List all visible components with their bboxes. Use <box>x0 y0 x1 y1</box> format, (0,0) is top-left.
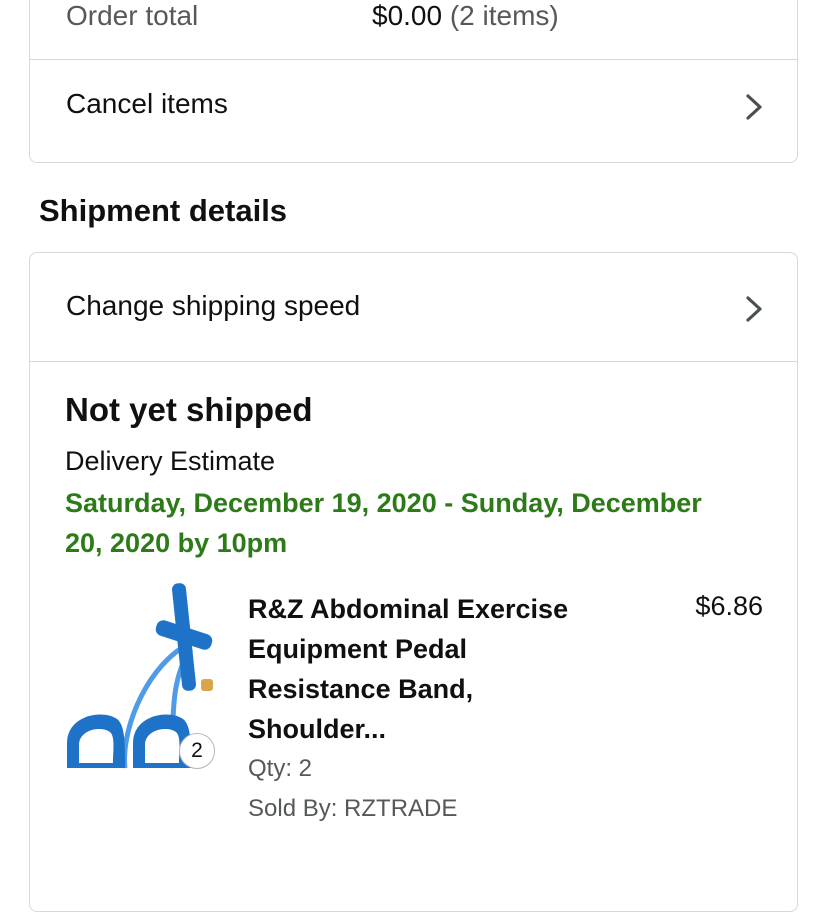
cancel-items-label: Cancel items <box>66 88 228 119</box>
chevron-right-icon <box>746 94 762 120</box>
product-price: $6.86 <box>695 591 763 621</box>
product-seller: Sold By: RZTRADE <box>248 795 458 822</box>
delivery-estimate-dates: Saturday, December 19, 2020 - Sunday, De… <box>65 488 702 558</box>
order-total-label: Order total <box>66 0 199 31</box>
order-total-row: Order total $0.00 (2 items) <box>30 0 797 60</box>
order-item-count: (2 items) <box>449 0 559 31</box>
quantity-badge: 2 <box>179 733 215 769</box>
order-total-value-wrap: $0.00 (2 items) <box>372 0 559 32</box>
change-shipping-speed-label: Change shipping speed <box>66 290 361 321</box>
cancel-items-row[interactable]: Cancel items <box>30 60 797 153</box>
product-quantity: Qty: 2 <box>248 755 313 782</box>
product-title-link[interactable]: R&Z Abdominal Exercise Equipment Pedal R… <box>248 589 608 749</box>
order-total-value: $0.00 <box>372 0 443 31</box>
chevron-right-icon <box>746 296 762 322</box>
delivery-estimate-label: Delivery Estimate <box>65 446 276 476</box>
order-summary-card: Order total $0.00 (2 items) Cancel items <box>29 0 798 163</box>
shipment-status: Not yet shipped <box>65 391 313 428</box>
shipment-details-heading: Shipment details <box>39 193 288 228</box>
shipment-card: Change shipping speed Not yet shipped De… <box>29 252 798 912</box>
change-shipping-speed-row[interactable]: Change shipping speed <box>30 253 797 362</box>
